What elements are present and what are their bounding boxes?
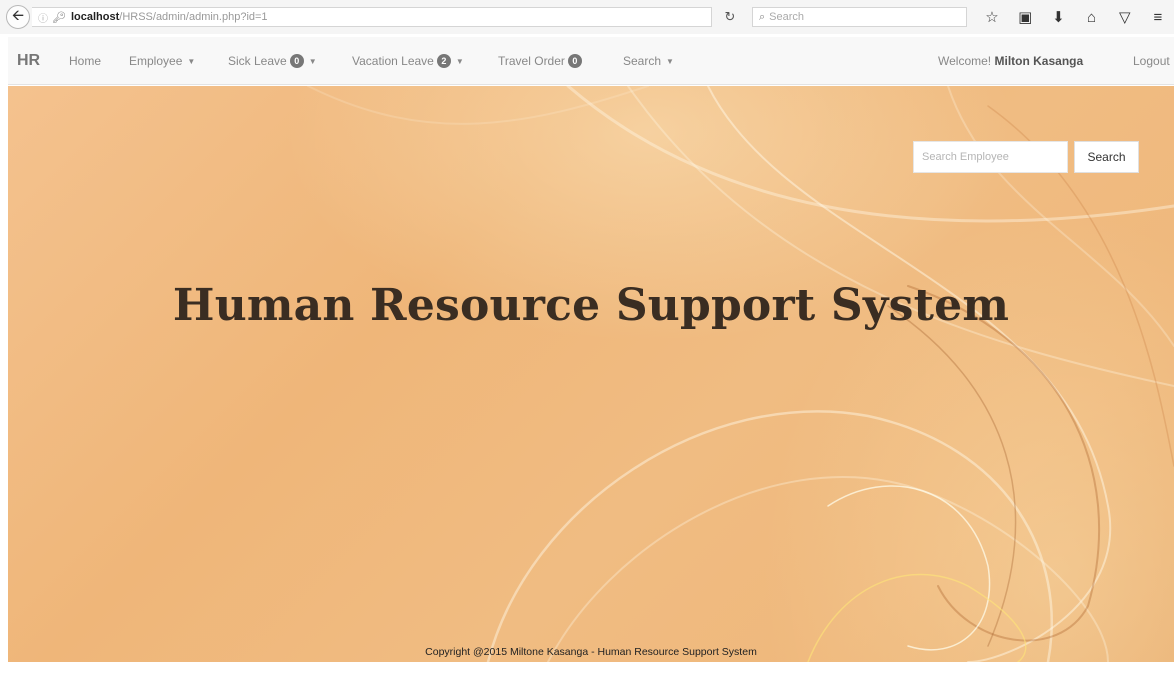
brand-link[interactable]: HR <box>17 52 40 70</box>
nav-sick-leave-label: Sick Leave <box>228 54 287 68</box>
logout-link[interactable]: Logout <box>1133 54 1170 68</box>
user-name: Milton Kasanga <box>994 54 1084 68</box>
url-path: /HRSS/admin/admin.php?id=1 <box>119 11 268 23</box>
caret-down-icon: ▼ <box>455 56 464 66</box>
pocket-icon[interactable]: ▽ <box>1113 8 1137 26</box>
nav-travel-order-label: Travel Order <box>498 54 565 68</box>
nav-vacation-leave-dropdown[interactable]: Vacation Leave 2 ▼ <box>352 54 464 68</box>
page-title: Human Resource Support System <box>172 280 1010 331</box>
nav-employee-label: Employee <box>129 54 183 68</box>
browser-search-field[interactable]: ⌕ Search <box>752 7 967 27</box>
back-icon[interactable]: 🡨 <box>6 5 30 29</box>
app-navbar: HR Home Employee ▼ Sick Leave 0 ▼ Vacati… <box>8 37 1174 85</box>
download-icon[interactable]: ⬇ <box>1046 8 1070 26</box>
url-host: localhost <box>70 11 120 23</box>
clipboard-icon[interactable]: ▣ <box>1013 8 1037 26</box>
employee-search-button[interactable]: Search <box>1074 141 1139 173</box>
star-icon[interactable]: ☆ <box>980 8 1004 26</box>
employee-search-form: Search <box>913 141 1139 173</box>
nav-home-label: Home <box>69 54 102 68</box>
caret-down-icon: ▼ <box>308 56 317 66</box>
home-icon[interactable]: ⌂ <box>1080 9 1104 26</box>
menu-icon[interactable]: ≡ <box>1146 9 1170 26</box>
sick-leave-count-badge: 0 <box>289 54 304 68</box>
address-bar[interactable]: ⓘ 🔑︎ localhost/HRSS/admin/admin.php?id=1 <box>32 7 712 27</box>
nav-travel-order[interactable]: Travel Order 0 <box>498 54 582 68</box>
caret-down-icon: ▼ <box>187 56 196 66</box>
nav-search-dropdown[interactable]: Search ▼ <box>623 54 674 68</box>
welcome-message: Welcome! Milton Kasanga <box>938 54 1083 68</box>
nav-home[interactable]: Home <box>69 54 101 68</box>
nav-search-label: Search <box>623 54 662 68</box>
nav-vacation-leave-label: Vacation Leave <box>352 54 434 68</box>
browser-toolbar-icons: ☆ ▣ ⬇ ⌂ ▽ ≡ <box>980 5 1170 29</box>
reload-icon[interactable]: ↻ <box>716 7 744 27</box>
info-icon[interactable]: ⓘ <box>38 10 48 25</box>
browser-toolbar: 🡨 ⓘ 🔑︎ localhost/HRSS/admin/admin.php?id… <box>0 0 1174 34</box>
search-icon: ⌕ <box>759 10 766 23</box>
caret-down-icon: ▼ <box>666 56 674 66</box>
nav-sick-leave-dropdown[interactable]: Sick Leave 0 ▼ <box>228 54 317 68</box>
hero-banner: Search Human Resource Support System Cop… <box>8 86 1174 662</box>
employee-search-input[interactable] <box>913 141 1068 173</box>
vacation-leave-count-badge: 2 <box>436 54 451 68</box>
travel-order-count-badge: 0 <box>567 54 582 68</box>
nav-employee-dropdown[interactable]: Employee ▼ <box>129 54 195 68</box>
footer-copyright: Copyright @2015 Miltone Kasanga - Human … <box>425 646 757 658</box>
key-icon: 🔑︎ <box>52 11 66 24</box>
welcome-prefix: Welcome! <box>938 54 992 68</box>
browser-search-placeholder: Search <box>769 11 805 23</box>
